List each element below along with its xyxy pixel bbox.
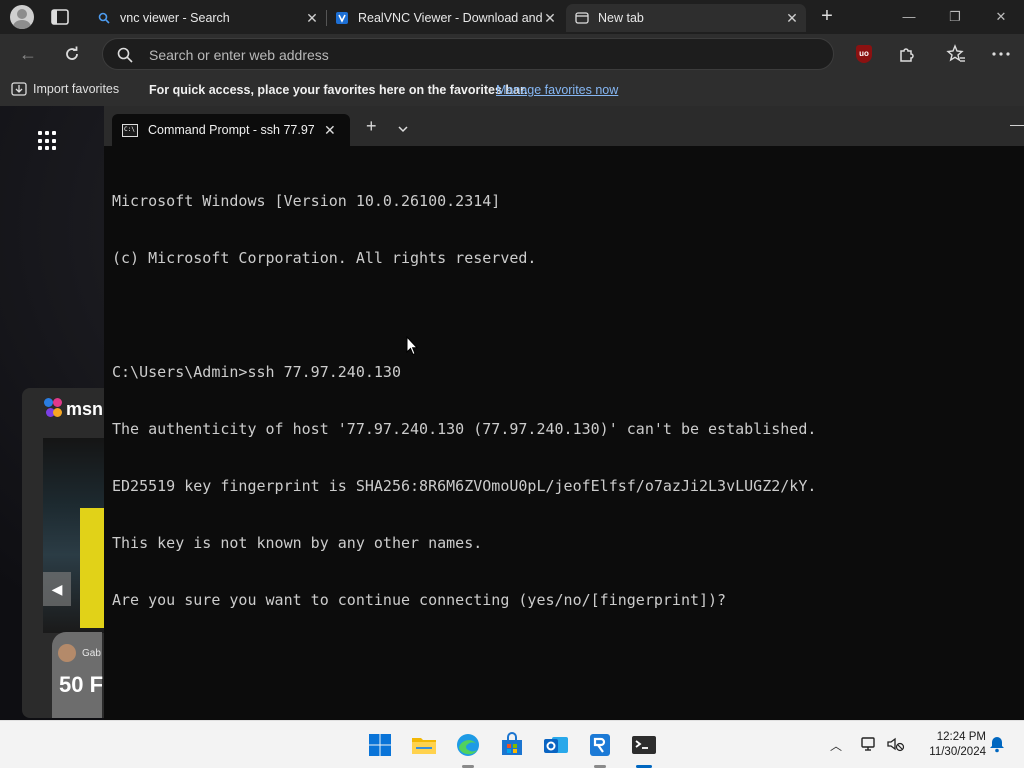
close-tab-icon[interactable]: ✕ [304,10,320,27]
terminal-app-icon[interactable] [630,731,658,768]
terminal-window[interactable]: Command Prompt - ssh 77.97 ✕ + — Microso… [104,106,1024,720]
tab-label: New tab [598,11,644,25]
new-tab-plus-icon[interactable]: + [816,6,838,28]
manage-favorites-link[interactable]: Manage favorites now [496,83,618,97]
tab-realvnc-download[interactable]: RealVNC Viewer - Download and ✕ [326,4,564,32]
windows-start-icon[interactable] [366,731,394,759]
newtab-icon [574,10,590,26]
terminal-tab-title: Command Prompt - ssh 77.97 [148,123,314,137]
microsoft-store-icon[interactable] [498,731,526,759]
msn-butterfly-icon [44,398,64,420]
new-terminal-tab-icon[interactable]: + [366,116,377,137]
news-author: Gab [82,648,101,659]
volume-muted-icon[interactable] [886,735,906,753]
file-explorer-icon[interactable] [410,731,438,759]
network-icon[interactable] [860,735,880,753]
address-placeholder: Search or enter web address [149,47,329,63]
tab-actions-icon[interactable] [50,8,70,26]
terminal-dropdown-chevron-icon[interactable] [398,120,408,138]
more-options-icon[interactable] [990,43,1012,65]
clock-date: 11/30/2024 [929,746,986,758]
close-terminal-tab-icon[interactable]: ✕ [324,122,336,139]
import-favorites-button[interactable]: Import favorites [11,82,119,96]
terminal-tab-bar: Command Prompt - ssh 77.97 ✕ + — [104,106,1024,146]
author-avatar [58,644,76,662]
terminal-minimize-icon[interactable]: — [1010,116,1024,132]
msn-logo: msn [44,398,103,420]
close-tab-icon[interactable]: ✕ [542,10,558,27]
refresh-icon[interactable] [60,42,84,66]
tab-label: RealVNC Viewer - Download and [358,11,542,25]
back-arrow-icon[interactable]: ← [16,42,40,66]
favorites-bar: Import favorites For quick access, place… [0,74,1024,106]
terminal-line: (c) Microsoft Corporation. All rights re… [112,249,537,267]
close-tab-icon[interactable]: ✕ [784,10,800,27]
import-favorites-label: Import favorites [33,82,120,96]
tab-label: vnc viewer - Search [120,11,230,25]
show-hidden-icons-chevron-icon[interactable]: ︿ [830,737,842,754]
terminal-output[interactable]: Microsoft Windows [Version 10.0.26100.23… [112,154,1012,648]
news-headline[interactable]: 50 F [59,672,103,698]
command-prompt-icon [122,123,138,137]
favorites-star-icon[interactable] [945,43,967,65]
search-icon [117,47,133,63]
windows-taskbar: ︿ 12:24 PM 11/30/2024 [0,720,1024,768]
extensions-puzzle-icon[interactable] [896,43,918,65]
taskbar-clock[interactable]: 12:24 PM 11/30/2024 [914,730,986,760]
msn-logo-text: msn [66,398,104,419]
window-restore-icon[interactable]: ❐ [940,6,970,28]
edge-browser-icon[interactable] [454,731,482,768]
terminal-line: The authenticity of host '77.97.240.130 … [112,420,817,438]
import-favorites-icon [11,82,27,96]
terminal-line: ​ [112,306,1012,325]
carousel-prev-arrow-icon[interactable]: ◀ [43,572,71,606]
terminal-line: C:\Users\Admin>ssh 77.97.240.130 [112,363,401,381]
browser-toolbar: ← Search or enter web address uo [0,34,1024,74]
address-bar[interactable]: Search or enter web address [102,38,834,70]
terminal-tab[interactable]: Command Prompt - ssh 77.97 ✕ [112,114,350,146]
terminal-line: Microsoft Windows [Version 10.0.26100.23… [112,192,501,210]
search-icon [96,10,112,26]
tab-new-tab[interactable]: New tab ✕ [566,4,806,32]
apps-launcher-icon[interactable] [38,131,58,151]
ublock-origin-extension-icon[interactable]: uo [856,45,872,63]
tab-vnc-search[interactable]: vnc viewer - Search ✕ [88,4,326,32]
terminal-line: This key is not known by any other names… [112,534,483,552]
terminal-line: Are you sure you want to continue connec… [112,591,727,609]
terminal-line: ED25519 key fingerprint is SHA256:8R6M6Z… [112,477,817,495]
mouse-pointer-icon [406,335,419,361]
profile-avatar-icon[interactable] [10,5,34,29]
news-image-highlight [80,508,104,628]
clock-time: 12:24 PM [936,731,986,743]
outlook-icon[interactable] [542,731,570,759]
realvnc-app-icon[interactable] [586,731,614,768]
window-close-icon[interactable]: ✕ [986,6,1016,28]
browser-tab-strip: vnc viewer - Search ✕ RealVNC Viewer - D… [0,0,1024,34]
realvnc-icon [334,10,350,26]
notifications-bell-icon[interactable] [988,735,1006,753]
favorites-bar-message: For quick access, place your favorites h… [149,83,528,97]
window-minimize-icon[interactable]: — [894,6,924,28]
